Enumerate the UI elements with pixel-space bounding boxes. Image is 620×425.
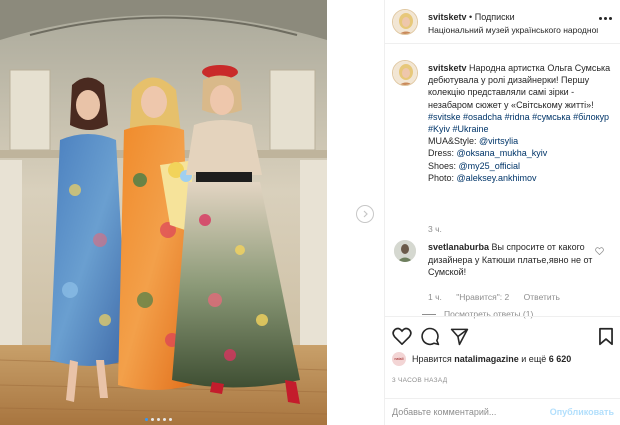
likes-count[interactable]: 6 620 [549, 354, 572, 364]
header-user-line: svitsketv • Подписки [428, 12, 515, 22]
hashtag[interactable]: #osadcha [463, 112, 502, 122]
credit-label: Dress: [428, 148, 455, 159]
avatar[interactable] [394, 240, 416, 262]
add-comment-bar: Опубликовать [384, 398, 620, 425]
post-photo[interactable] [0, 0, 327, 425]
comment-icon[interactable] [421, 327, 440, 348]
heart-icon[interactable] [392, 327, 412, 347]
heart-outline-icon[interactable] [595, 247, 604, 257]
comment-meta: 1 ч. "Нравится": 2 Ответить [428, 292, 572, 302]
carousel-dot [163, 418, 166, 421]
carousel-dot [157, 418, 160, 421]
post-header: svitsketv • Подписки Національний музей … [384, 0, 620, 44]
dot [604, 17, 607, 20]
comment-username[interactable]: svetlanaburba [428, 242, 489, 252]
avatar-image [394, 240, 416, 262]
photo-image [0, 0, 327, 425]
credit-label: Shoes: [428, 160, 457, 171]
mention[interactable]: @virtsylia [479, 136, 518, 146]
credit-label: MUA&Style: [428, 136, 477, 147]
follow-button[interactable]: Подписки [475, 12, 515, 22]
avatar-image [393, 10, 417, 34]
hashtag[interactable]: #Ukraine [453, 124, 489, 134]
comment-likes[interactable]: "Нравится": 2 [456, 292, 509, 302]
carousel-dot [151, 418, 154, 421]
carousel-dots [145, 418, 172, 421]
bookmark-icon[interactable] [598, 327, 614, 348]
liker-avatar[interactable]: natali [392, 352, 406, 366]
dot [609, 17, 612, 20]
liker-username[interactable]: natalimagazine [454, 354, 519, 364]
hashtag[interactable]: #сумська [532, 112, 570, 122]
dot [599, 17, 602, 20]
hashtag[interactable]: #svitske [428, 112, 461, 122]
comment-input[interactable] [392, 407, 542, 417]
header-username[interactable]: svitsketv [428, 12, 467, 22]
location-link[interactable]: Національний музей українського народног… [428, 25, 598, 35]
likes-line: natali Нравится natalimagazine и ещё 6 6… [392, 352, 620, 366]
mention[interactable]: @aleksey.ankhimov [457, 173, 537, 183]
avatar[interactable] [392, 60, 418, 86]
likes-suffix: и ещё [521, 354, 547, 364]
posted-ago[interactable]: 3 ЧАСОВ НАЗАД [392, 377, 447, 384]
hashtag[interactable]: #Kyiv [428, 124, 450, 134]
avatar[interactable] [392, 9, 418, 35]
avatar-image [393, 61, 417, 85]
likes-prefix: Нравится [412, 354, 452, 364]
mention[interactable]: @oksana_mukha_kyiv [457, 148, 548, 158]
carousel-dot-active [145, 418, 148, 421]
mention[interactable]: @my25_official [459, 161, 521, 171]
next-slide-button[interactable] [356, 205, 374, 223]
post-sidebar: svitsketv • Подписки Національний музей … [384, 0, 620, 425]
reply-button[interactable]: Ответить [524, 292, 560, 302]
more-dots-icon[interactable] [599, 17, 612, 20]
carousel-dot [169, 418, 172, 421]
caption-time[interactable]: 3 ч. [428, 224, 442, 234]
hashtag[interactable]: #білокур [573, 112, 609, 122]
caption-username[interactable]: svitsketv [428, 63, 467, 73]
comment-time[interactable]: 1 ч. [428, 292, 442, 302]
separator-dot: • [469, 12, 473, 22]
publish-button[interactable]: Опубликовать [550, 407, 614, 417]
hashtag[interactable]: #ridna [505, 112, 530, 122]
chevron-right-icon [363, 210, 368, 218]
caption-text: svitsketv Народна артистка Ольга Сумська… [428, 62, 614, 184]
share-icon[interactable] [450, 327, 469, 348]
credit-label: Photo: [428, 172, 455, 183]
comment-text: svetlanaburba Вы спросите от какого диза… [428, 241, 598, 279]
